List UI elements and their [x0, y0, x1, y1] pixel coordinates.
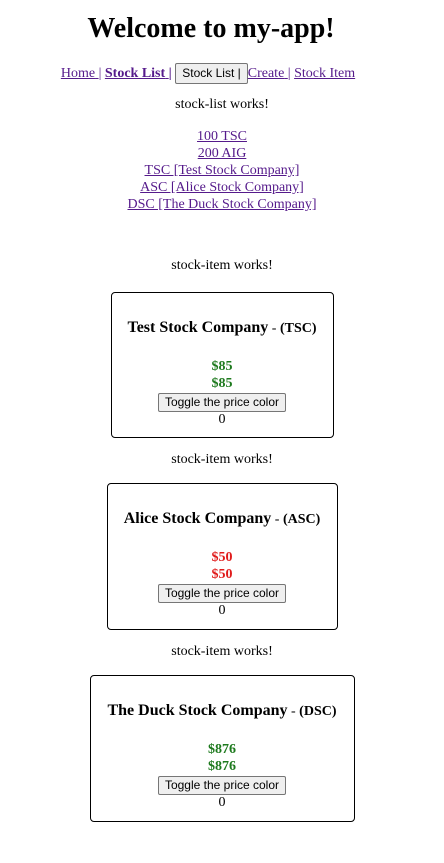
nav-link-home[interactable]: Home |	[61, 66, 102, 81]
stock-price-repeat: $50	[211, 567, 233, 582]
nav-button-stock-list[interactable]: Stock List |	[175, 63, 248, 84]
stock-item-works-text: stock-item works!	[171, 258, 273, 273]
stock-title-separator: -	[268, 321, 280, 336]
list-item: ASC [Alice Stock Company]	[0, 179, 444, 196]
list-item: TSC [Test Stock Company]	[0, 162, 444, 179]
stock-name: Alice Stock Company	[123, 510, 272, 527]
stock-price: $876	[208, 742, 236, 757]
top-nav-inner: Home | Stock List | Stock List | Create |…	[61, 63, 355, 85]
stock-list-link[interactable]: TSC [Test Stock Company]	[145, 163, 300, 178]
stock-list-link[interactable]: ASC [Alice Stock Company]	[140, 180, 304, 195]
stock-counter: 0	[218, 412, 226, 427]
stock-item-title: Test Stock Company - (TSC)	[112, 318, 333, 339]
page-title-text: Welcome to my-app!	[87, 13, 335, 44]
stock-item-body: Test Stock Company - (TSC) $85 $85 Toggl…	[112, 293, 333, 428]
nav-separator: |	[287, 66, 291, 81]
toggle-price-color-button[interactable]: Toggle the price color	[157, 393, 287, 412]
stock-item-title: The Duck Stock Company - (DSC)	[91, 701, 354, 722]
stock-list-works-text: stock-list works!	[175, 97, 269, 112]
list-item: 100 TSC	[0, 128, 444, 145]
stock-list-link[interactable]: 200 AIG	[198, 146, 247, 161]
top-nav: Home | Stock List | Stock List | Create |…	[0, 63, 444, 85]
nav-separator: |	[168, 66, 172, 81]
stock-list-link[interactable]: 100 TSC	[197, 129, 247, 144]
toggle-price-color-button[interactable]: Toggle the price color	[157, 584, 287, 603]
nav-link-stock-list-label: Stock List	[104, 66, 166, 81]
page-title: Welcome to my-app!	[0, 0, 444, 51]
stock-list: 100 TSC 200 AIG TSC [Test Stock Company]…	[0, 128, 444, 213]
stock-item-container: Test Stock Company - (TSC) $85 $85 Toggl…	[0, 275, 444, 438]
nav-link-home-label: Home	[60, 66, 96, 81]
stock-item-body: Alice Stock Company - (ASC) $50 $50 Togg…	[108, 484, 337, 619]
stock-code: (TSC)	[279, 321, 317, 336]
stock-item-container: The Duck Stock Company - (DSC) $876 $876…	[0, 661, 444, 822]
stock-title-separator: -	[271, 512, 283, 527]
nav-link-create-label: Create	[247, 66, 285, 81]
list-item: DSC [The Duck Stock Company]	[0, 196, 444, 213]
stock-price-repeat: $85	[211, 376, 233, 391]
list-item: 200 AIG	[0, 145, 444, 162]
stock-item-card: Test Stock Company - (TSC) $85 $85 Toggl…	[110, 292, 334, 438]
stock-counter: 0	[218, 795, 226, 810]
stock-code: (ASC)	[282, 512, 321, 527]
stock-item-card: The Duck Stock Company - (DSC) $876 $876…	[89, 675, 355, 822]
toggle-price-color-button[interactable]: Toggle the price color	[157, 776, 287, 795]
stock-item-container: Alice Stock Company - (ASC) $50 $50 Togg…	[0, 469, 444, 630]
nav-separator: |	[98, 66, 102, 81]
stock-name: Test Stock Company	[127, 319, 269, 336]
stock-item-body: The Duck Stock Company - (DSC) $876 $876…	[91, 676, 354, 811]
nav-link-stock-list[interactable]: Stock List |	[105, 66, 172, 81]
nav-link-create[interactable]: Create |	[248, 66, 291, 81]
stock-price-repeat: $876	[208, 759, 236, 774]
stock-name: The Duck Stock Company	[107, 702, 288, 719]
nav-link-stock-item[interactable]: Stock Item	[294, 66, 355, 81]
stock-price: $85	[211, 359, 233, 374]
stock-item-works-text: stock-item works!	[171, 644, 273, 659]
stock-item-works-text: stock-item works!	[171, 452, 273, 467]
stock-price: $50	[211, 550, 233, 565]
stock-counter: 0	[218, 603, 226, 618]
stock-title-separator: -	[287, 704, 300, 719]
stock-list-link[interactable]: DSC [The Duck Stock Company]	[128, 197, 317, 212]
nav-link-stock-item-label: Stock Item	[294, 66, 356, 81]
stock-item-title: Alice Stock Company - (ASC)	[108, 509, 337, 530]
stock-item-card: Alice Stock Company - (ASC) $50 $50 Togg…	[106, 483, 338, 630]
stock-code: (DSC)	[299, 704, 337, 719]
